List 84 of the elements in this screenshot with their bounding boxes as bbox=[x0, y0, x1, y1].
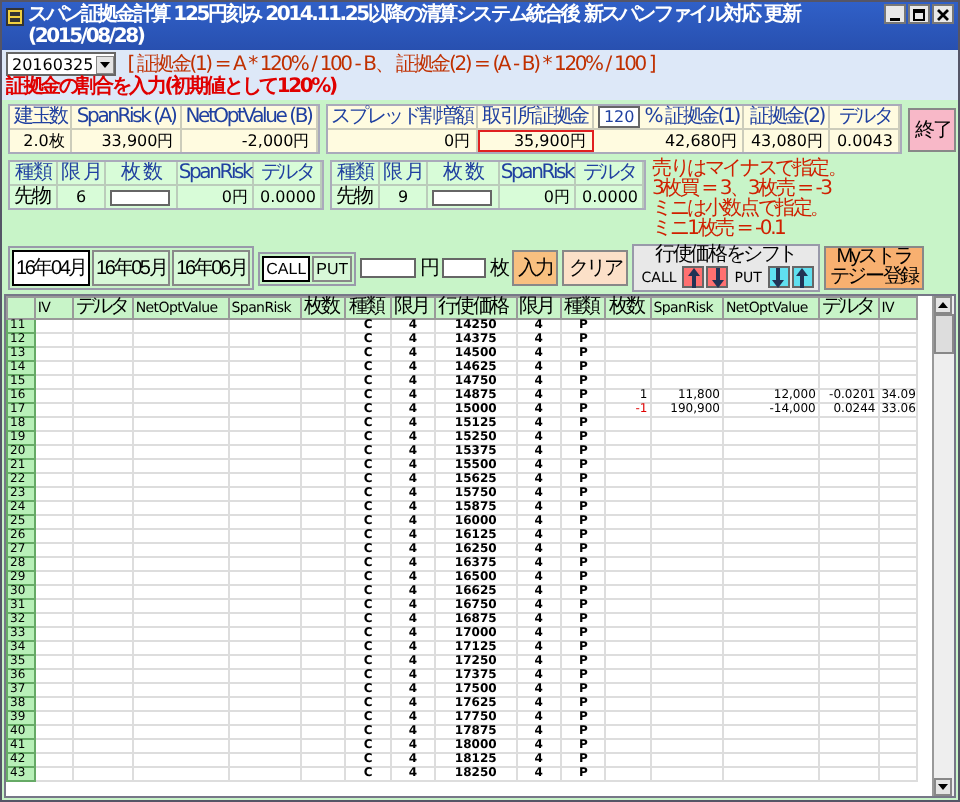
table-cell: 9 bbox=[380, 186, 428, 208]
column-header: 行使価格 bbox=[435, 297, 517, 319]
ratio-note: 証拠金の割合を入力(初期値として120%) bbox=[6, 76, 336, 98]
column-header: 種類 bbox=[10, 162, 58, 186]
column-label: NetOptValue (B) bbox=[185, 106, 312, 128]
maximize-icon bbox=[912, 7, 926, 21]
quantity-field[interactable] bbox=[441, 258, 486, 278]
column-label: デルタ bbox=[838, 106, 892, 128]
price-field[interactable] bbox=[360, 258, 417, 278]
month-button[interactable]: 16年06月 bbox=[172, 250, 251, 286]
option-type-button[interactable]: PUT bbox=[312, 255, 353, 281]
shift-title: 行使価格をシフト bbox=[655, 246, 797, 266]
shift-up-button[interactable] bbox=[682, 266, 705, 288]
value-cell: 0.0043 bbox=[830, 130, 901, 152]
scroll-bar[interactable] bbox=[932, 296, 954, 796]
clear-button[interactable]: クリア bbox=[562, 250, 628, 286]
value-cell: -2,000円 bbox=[181, 130, 318, 152]
dropdown-arrow-icon bbox=[95, 55, 114, 73]
column-label: % 証拠金(1) bbox=[644, 106, 739, 128]
down-arrow-icon bbox=[770, 267, 787, 287]
column-label: 取引所証拠金 bbox=[482, 106, 588, 128]
value-cell: 42,680円 bbox=[593, 130, 745, 152]
value-cell: 2.0枚 bbox=[10, 130, 73, 152]
input-button[interactable]: 入力 bbox=[511, 250, 559, 286]
shift-down-button[interactable] bbox=[706, 266, 729, 288]
down-arrow-icon bbox=[709, 267, 726, 287]
column-header: 枚数 bbox=[301, 297, 346, 319]
close-button[interactable] bbox=[932, 4, 954, 24]
maximize-button[interactable] bbox=[908, 4, 930, 24]
table-cell: 0.0000 bbox=[576, 186, 644, 208]
column-header: デルタ bbox=[576, 162, 644, 186]
shift-down-button[interactable] bbox=[767, 266, 790, 288]
close-icon bbox=[936, 7, 950, 21]
month-button[interactable]: 16年05月 bbox=[92, 250, 171, 286]
quantity-field[interactable] bbox=[110, 189, 170, 205]
value-cell: 35,900円 bbox=[478, 130, 594, 152]
column-header: デルタ bbox=[73, 297, 133, 319]
table-cell: 先物 bbox=[10, 186, 58, 208]
table-cell: 0円 bbox=[500, 186, 576, 208]
date-select[interactable]: 20160325 bbox=[6, 52, 116, 76]
strategy-button[interactable]: Myストラテジー登録 bbox=[823, 246, 924, 290]
value-cell: 43,080円 bbox=[744, 130, 831, 152]
option-type-button[interactable]: CALL bbox=[262, 255, 311, 281]
scroll-up-icon bbox=[934, 296, 952, 314]
column-header: 限 月 bbox=[58, 162, 106, 186]
unit-label: 枚 bbox=[489, 255, 508, 282]
column-header: 種類 bbox=[560, 297, 606, 319]
column-header: 枚 数 bbox=[106, 162, 178, 186]
table-cell: 先物 bbox=[332, 186, 380, 208]
input-note: 売りはマイナスで指定。 3枚買 = 3、3枚売 = -3 ミニは小数点で指定。 ミニ1枚売 = -0.1 bbox=[652, 160, 848, 240]
unit-label: 円 bbox=[420, 256, 438, 282]
column-header: 種類 bbox=[345, 297, 391, 319]
minimize-button[interactable] bbox=[884, 4, 906, 24]
column-header: SpanRisk bbox=[178, 162, 254, 186]
up-arrow-icon bbox=[685, 267, 702, 287]
scroll-thumb[interactable] bbox=[934, 314, 954, 354]
up-arrow-icon bbox=[794, 267, 811, 287]
formula-note: [ 証拠金(1) = A * 120% / 100 - B、 証拠金(2) = (A - B) * 120% / 100 ] bbox=[127, 53, 655, 75]
value-cell: 0円 bbox=[327, 130, 479, 152]
column-header: 枚数 bbox=[605, 297, 651, 319]
table-cell: 6 bbox=[58, 186, 106, 208]
column-header: 種類 bbox=[332, 162, 380, 186]
ratio-field[interactable]: 120 bbox=[597, 106, 641, 128]
exit-button[interactable]: 終了 bbox=[908, 107, 957, 151]
table-cell: 0円 bbox=[178, 186, 254, 208]
column-header: デルタ bbox=[818, 297, 879, 319]
column-label: SpanRisk (A) bbox=[76, 106, 176, 128]
scroll-down-icon bbox=[934, 778, 952, 796]
column-header: SpanRisk bbox=[500, 162, 576, 186]
column-header: 限月 bbox=[516, 297, 561, 319]
shift-up-button[interactable] bbox=[791, 266, 814, 288]
column-label: 建玉数 bbox=[14, 106, 67, 128]
table-cell: 0.0000 bbox=[254, 186, 322, 208]
column-header: 枚 数 bbox=[428, 162, 500, 186]
column-label: 証拠金(2) bbox=[749, 106, 824, 128]
quantity-field[interactable] bbox=[432, 189, 492, 205]
month-button[interactable]: 16年04月 bbox=[12, 250, 91, 286]
value-cell: 33,900円 bbox=[72, 130, 182, 152]
column-label: スプレッド割増額 bbox=[331, 106, 473, 128]
column-header: 限月 bbox=[390, 297, 436, 319]
header-cell bbox=[7, 297, 35, 319]
column-header: デルタ bbox=[254, 162, 322, 186]
window-title: スパン証拠金計算 125円刻み 2014.11.25以降の清算システム統合後 新スパンファイル対応 更新(2015/08/28) bbox=[28, 4, 803, 48]
column-header: 限 月 bbox=[380, 162, 428, 186]
